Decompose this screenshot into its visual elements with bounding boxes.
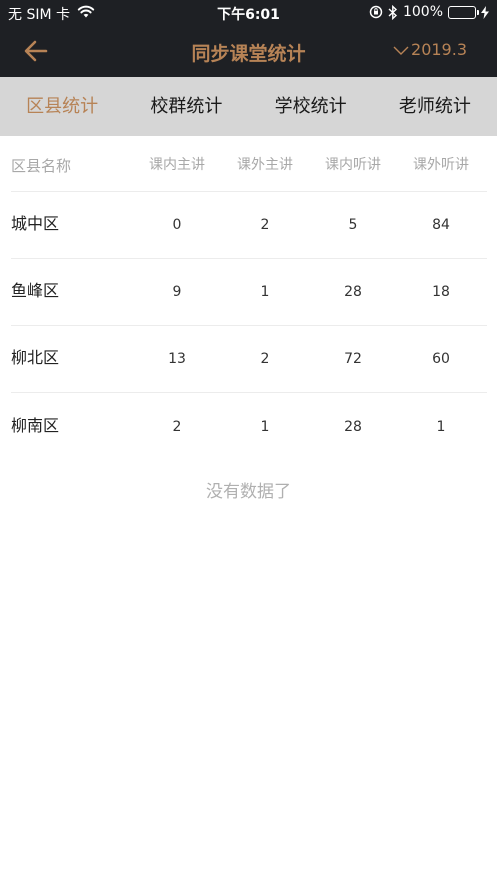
status-bar: 无 SIM 卡 下午6:01 100% bbox=[0, 0, 497, 26]
battery-percent: 100% bbox=[402, 4, 443, 20]
cell-value: 13 bbox=[168, 351, 186, 367]
cell-value: 60 bbox=[432, 351, 450, 367]
cell-value: 72 bbox=[344, 351, 362, 367]
cell-value: 0 bbox=[172, 217, 182, 233]
back-arrow-icon[interactable] bbox=[22, 38, 50, 64]
cell-value: 1 bbox=[260, 418, 270, 435]
table-row[interactable]: 城中区 0 2 5 84 bbox=[11, 192, 487, 259]
district-name: 柳南区 bbox=[11, 415, 60, 435]
battery-icon bbox=[448, 5, 479, 19]
cell-value: 28 bbox=[344, 418, 362, 435]
top-bar: 无 SIM 卡 下午6:01 100% 同步课堂统计 2019.3 bbox=[0, 0, 497, 77]
tab-school-group[interactable]: 校群统计 bbox=[124, 77, 248, 136]
cell-value: 9 bbox=[172, 284, 182, 300]
district-name: 城中区 bbox=[11, 214, 60, 233]
status-right: 100% bbox=[369, 4, 489, 20]
date-picker[interactable]: 2019.3 bbox=[393, 40, 467, 59]
charging-icon bbox=[481, 5, 489, 19]
header-in-class-lecture: 课内主讲 bbox=[149, 156, 205, 173]
table-header: 区县名称 课内主讲 课外主讲 课内听讲 课外听讲 bbox=[11, 136, 487, 192]
district-name: 柳北区 bbox=[11, 348, 60, 367]
header-out-class-listen: 课外听讲 bbox=[413, 156, 469, 173]
tab-bar: 区县统计 校群统计 学校统计 老师统计 bbox=[0, 77, 497, 136]
header-out-class-lecture: 课外主讲 bbox=[237, 156, 293, 173]
header-in-class-listen: 课内听讲 bbox=[325, 156, 381, 173]
cell-value: 5 bbox=[348, 217, 358, 233]
stats-table: 区县名称 课内主讲 课外主讲 课内听讲 课外听讲 城中区 0 2 5 84 鱼峰… bbox=[11, 136, 487, 460]
cell-value: 18 bbox=[432, 284, 450, 300]
header-district-name: 区县名称 bbox=[11, 157, 72, 175]
cell-value: 2 bbox=[260, 351, 270, 367]
no-more-data-label: 没有数据了 bbox=[206, 482, 291, 502]
cell-value: 84 bbox=[432, 217, 450, 233]
cell-value: 1 bbox=[260, 284, 270, 300]
district-name: 鱼峰区 bbox=[11, 281, 60, 300]
cell-value: 28 bbox=[344, 284, 362, 300]
table-row[interactable]: 柳北区 13 2 72 60 bbox=[11, 326, 487, 393]
chevron-down-icon bbox=[393, 46, 409, 55]
tab-teacher[interactable]: 老师统计 bbox=[373, 77, 497, 136]
date-label: 2019.3 bbox=[411, 40, 467, 59]
table-row[interactable]: 柳南区 2 1 28 1 bbox=[11, 393, 487, 460]
bluetooth-icon bbox=[388, 4, 397, 20]
tab-district[interactable]: 区县统计 bbox=[0, 77, 124, 136]
cell-value: 1 bbox=[436, 418, 446, 435]
cell-value: 2 bbox=[260, 217, 270, 233]
nav-bar: 同步课堂统计 2019.3 bbox=[0, 26, 497, 77]
table-row[interactable]: 鱼峰区 9 1 28 18 bbox=[11, 259, 487, 326]
orientation-lock-icon bbox=[369, 5, 383, 19]
cell-value: 2 bbox=[172, 418, 182, 435]
tab-school[interactable]: 学校统计 bbox=[249, 77, 373, 136]
